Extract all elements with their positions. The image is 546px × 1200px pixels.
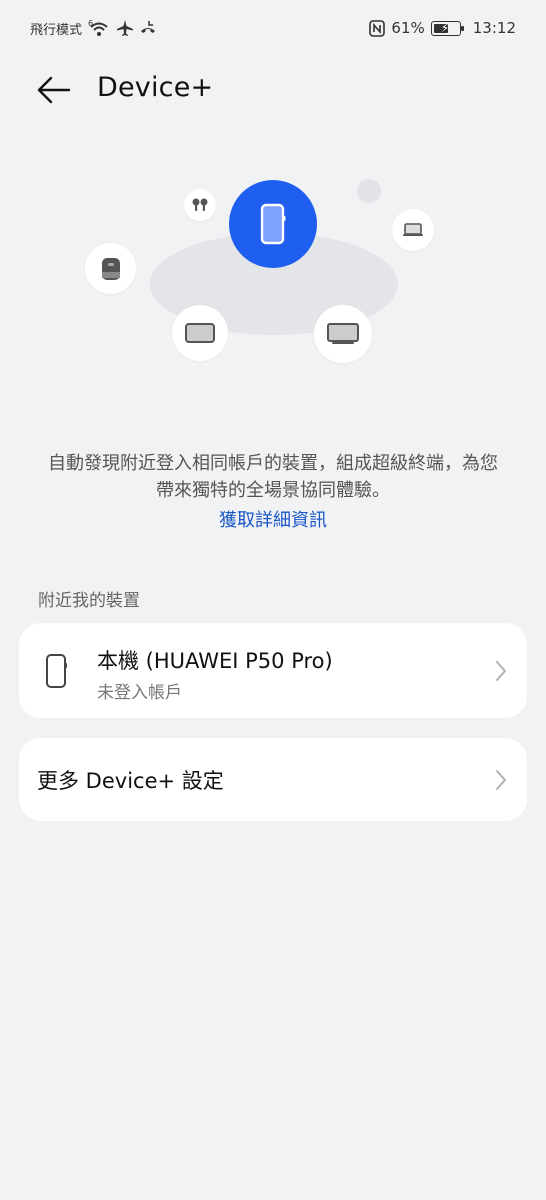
device-account-status: 未登入帳戶 [97, 683, 182, 703]
back-arrow-icon [37, 76, 71, 104]
status-bar: 飛行模式 6 61% ⚡ 13:12 [0, 0, 546, 56]
battery-icon: ⚡ [430, 20, 464, 36]
this-phone-bubble [229, 180, 317, 268]
section-label-nearby-devices: 附近我的裝置 [38, 591, 140, 611]
more-settings-label: 更多 Device+ 設定 [37, 769, 224, 793]
more-device-settings-card[interactable]: 更多 Device+ 設定 [19, 738, 527, 821]
tv-bubble [314, 305, 372, 363]
airplane-mode-label: 飛行模式 [30, 22, 83, 38]
speaker-icon [101, 257, 120, 280]
learn-more-link[interactable]: 獲取詳細資訊 [0, 506, 546, 532]
tv-icon [327, 323, 359, 344]
chevron-right-icon [496, 769, 506, 790]
battery-percent: 61% [391, 19, 425, 37]
laptop-icon [403, 223, 423, 236]
tablet-icon [185, 323, 215, 343]
status-left: 飛行模式 6 [30, 19, 156, 38]
clock: 13:12 [472, 19, 516, 37]
illustration-dot [357, 179, 381, 203]
status-right: 61% ⚡ 13:12 [369, 19, 516, 37]
missed-call-icon [140, 20, 156, 36]
device-illustration [0, 170, 546, 380]
wifi-icon: 6 [88, 19, 110, 37]
this-device-card[interactable]: 本機 (HUAWEI P50 Pro) 未登入帳戶 [19, 623, 527, 718]
phone-outline-icon [46, 654, 67, 688]
device-name: 本機 (HUAWEI P50 Pro) [97, 649, 333, 673]
laptop-bubble [392, 209, 434, 251]
phone-icon [260, 203, 286, 245]
back-button[interactable] [34, 72, 74, 108]
earbuds-icon [192, 198, 208, 211]
nfc-icon [369, 19, 386, 37]
airplane-icon [116, 19, 134, 37]
earbuds-bubble [184, 189, 216, 221]
chevron-right-icon [496, 660, 506, 681]
app-header: Device+ [0, 64, 546, 116]
page-title: Device+ [97, 72, 214, 103]
feature-description: 自動發現附近登入相同帳戶的裝置，組成超級終端，為您帶來獨特的全場景協同體驗。 [48, 453, 498, 501]
speaker-bubble [85, 243, 136, 294]
tablet-bubble [172, 305, 228, 361]
